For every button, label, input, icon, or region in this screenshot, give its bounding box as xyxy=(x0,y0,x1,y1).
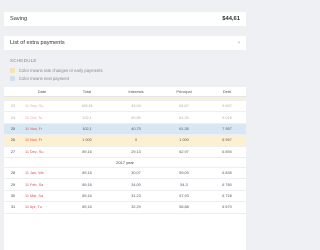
chevron-right-icon: › xyxy=(238,40,240,46)
row-principal: 61,20 xyxy=(179,115,189,120)
row-debt: 6 728 xyxy=(222,193,232,198)
row-principal: 56,88 xyxy=(179,205,189,210)
saving-summary: Saving $44,61 xyxy=(4,12,246,26)
saving-label: Saving xyxy=(10,16,28,22)
row-total: 102,1 xyxy=(82,126,92,131)
col-header-total: Total xyxy=(82,89,92,94)
table-header: Date Total Interests Principal Debt xyxy=(4,87,246,97)
row-date: 11 Dec, Su xyxy=(25,149,44,154)
row-interests: 31,23 xyxy=(131,193,141,198)
row-total: 89,16 xyxy=(82,182,92,187)
row-date: 11 Apr, Tu xyxy=(25,205,42,210)
table-row: 27 11 Dec, Su 89,16 29,13 62,97 6 894 xyxy=(4,147,246,158)
legend-rate: Color means rate changes or early paymen… xyxy=(10,66,103,74)
extra-payments-label: List of extra payments xyxy=(10,40,65,46)
schedule-table: Date Total Interests Principal Debt 23 11… xyxy=(4,87,246,250)
legend-next-label: Color means next payment xyxy=(19,75,70,81)
row-date: 11 Feb, Sa xyxy=(25,182,44,187)
table-row: 28 11 Jan, We 89,16 30,07 59,09 6 835 xyxy=(4,168,246,180)
extra-payments-button[interactable]: List of extra payments › xyxy=(4,36,246,50)
row-debt: 6 670 xyxy=(222,205,232,210)
row-number: 30 xyxy=(10,193,16,198)
col-header-debt: Debt xyxy=(222,89,232,94)
row-principal: 59,09 xyxy=(179,171,189,176)
table-row: 25 11 Nov, Fr 102,1 40,75 61,35 7 957 xyxy=(4,123,246,136)
table-row: 31 11 Apr, Tu 89,16 32,29 56,88 6 670 xyxy=(4,202,246,214)
schedule-title: SCHEDULE xyxy=(10,58,37,63)
row-debt: 9 697 xyxy=(222,104,232,109)
row-date: 11 Mar, Sa xyxy=(25,193,44,198)
schedule-legend: Color means rate changes or early paymen… xyxy=(10,66,103,82)
row-date: 11 Nov, Fr xyxy=(25,126,43,131)
table-row: 23 11 Sep, Su 108,61 43,94 64,67 9 697 xyxy=(4,101,246,113)
rate-change-swatch xyxy=(10,67,15,73)
row-number: 31 xyxy=(10,205,16,210)
col-header-principal: Principal xyxy=(176,89,192,94)
row-principal: 1 000 xyxy=(179,138,189,143)
row-debt: 9 015 xyxy=(222,115,232,120)
row-total: 89,16 xyxy=(82,205,92,210)
table-row: 29 11 Feb, Sa 89,16 34,00 54,3 6 780 xyxy=(4,179,246,191)
next-payment-swatch xyxy=(10,75,15,81)
row-principal: 62,97 xyxy=(179,149,189,154)
col-header-date: Date xyxy=(37,89,47,94)
row-date: 11 Sep, Su xyxy=(25,104,44,109)
row-principal: 61,35 xyxy=(179,126,189,131)
col-header-interests: Interests xyxy=(128,89,144,94)
row-date: 11 Nov, Fr xyxy=(25,138,43,143)
row-principal: 57,93 xyxy=(179,193,189,198)
row-number: 27 xyxy=(10,149,16,154)
row-principal: 64,67 xyxy=(179,104,189,109)
row-principal: 54,3 xyxy=(180,182,188,187)
row-interests: 30,07 xyxy=(131,171,141,176)
row-total: 89,16 xyxy=(82,171,92,176)
row-total: 102,1 xyxy=(82,115,92,120)
row-debt: 6 780 xyxy=(222,182,232,187)
saving-value: $44,61 xyxy=(222,16,240,22)
year-separator: 2017 year xyxy=(4,158,246,168)
row-total: 89,16 xyxy=(82,193,92,198)
table-row: 24 11 Oct, Tu 102,1 40,90 61,20 9 015 xyxy=(4,112,246,124)
row-total: 89,16 xyxy=(82,149,92,154)
table-row: 26 11 Nov, Fr 1 000 0 1 000 6 957 xyxy=(4,135,246,147)
row-total: 108,61 xyxy=(81,104,93,109)
row-date: 11 Oct, Tu xyxy=(25,115,43,120)
row-number: 28 xyxy=(10,171,16,176)
row-debt: 7 957 xyxy=(222,126,232,131)
row-interests: 43,94 xyxy=(131,104,141,109)
row-debt: 6 894 xyxy=(222,149,232,154)
row-number: 23 xyxy=(10,104,16,109)
row-interests: 29,13 xyxy=(131,149,141,154)
row-number: 29 xyxy=(10,182,16,187)
row-debt: 6 957 xyxy=(222,138,232,143)
row-total: 1 000 xyxy=(82,138,92,143)
row-number: 25 xyxy=(10,126,16,131)
row-date: 11 Jan, We xyxy=(25,171,44,176)
legend-next: Color means next payment xyxy=(10,74,103,82)
table-row: 30 11 Mar, Sa 89,16 31,23 57,93 6 728 xyxy=(4,191,246,203)
row-interests: 0 xyxy=(134,138,138,143)
row-debt: 6 835 xyxy=(222,171,232,176)
row-interests: 40,75 xyxy=(131,126,141,131)
row-number: 26 xyxy=(10,138,16,143)
row-interests: 40,90 xyxy=(131,115,141,120)
row-interests: 32,29 xyxy=(131,205,141,210)
row-interests: 34,00 xyxy=(131,182,141,187)
row-number: 24 xyxy=(10,115,16,120)
legend-rate-label: Color means rate changes or early paymen… xyxy=(19,67,103,73)
